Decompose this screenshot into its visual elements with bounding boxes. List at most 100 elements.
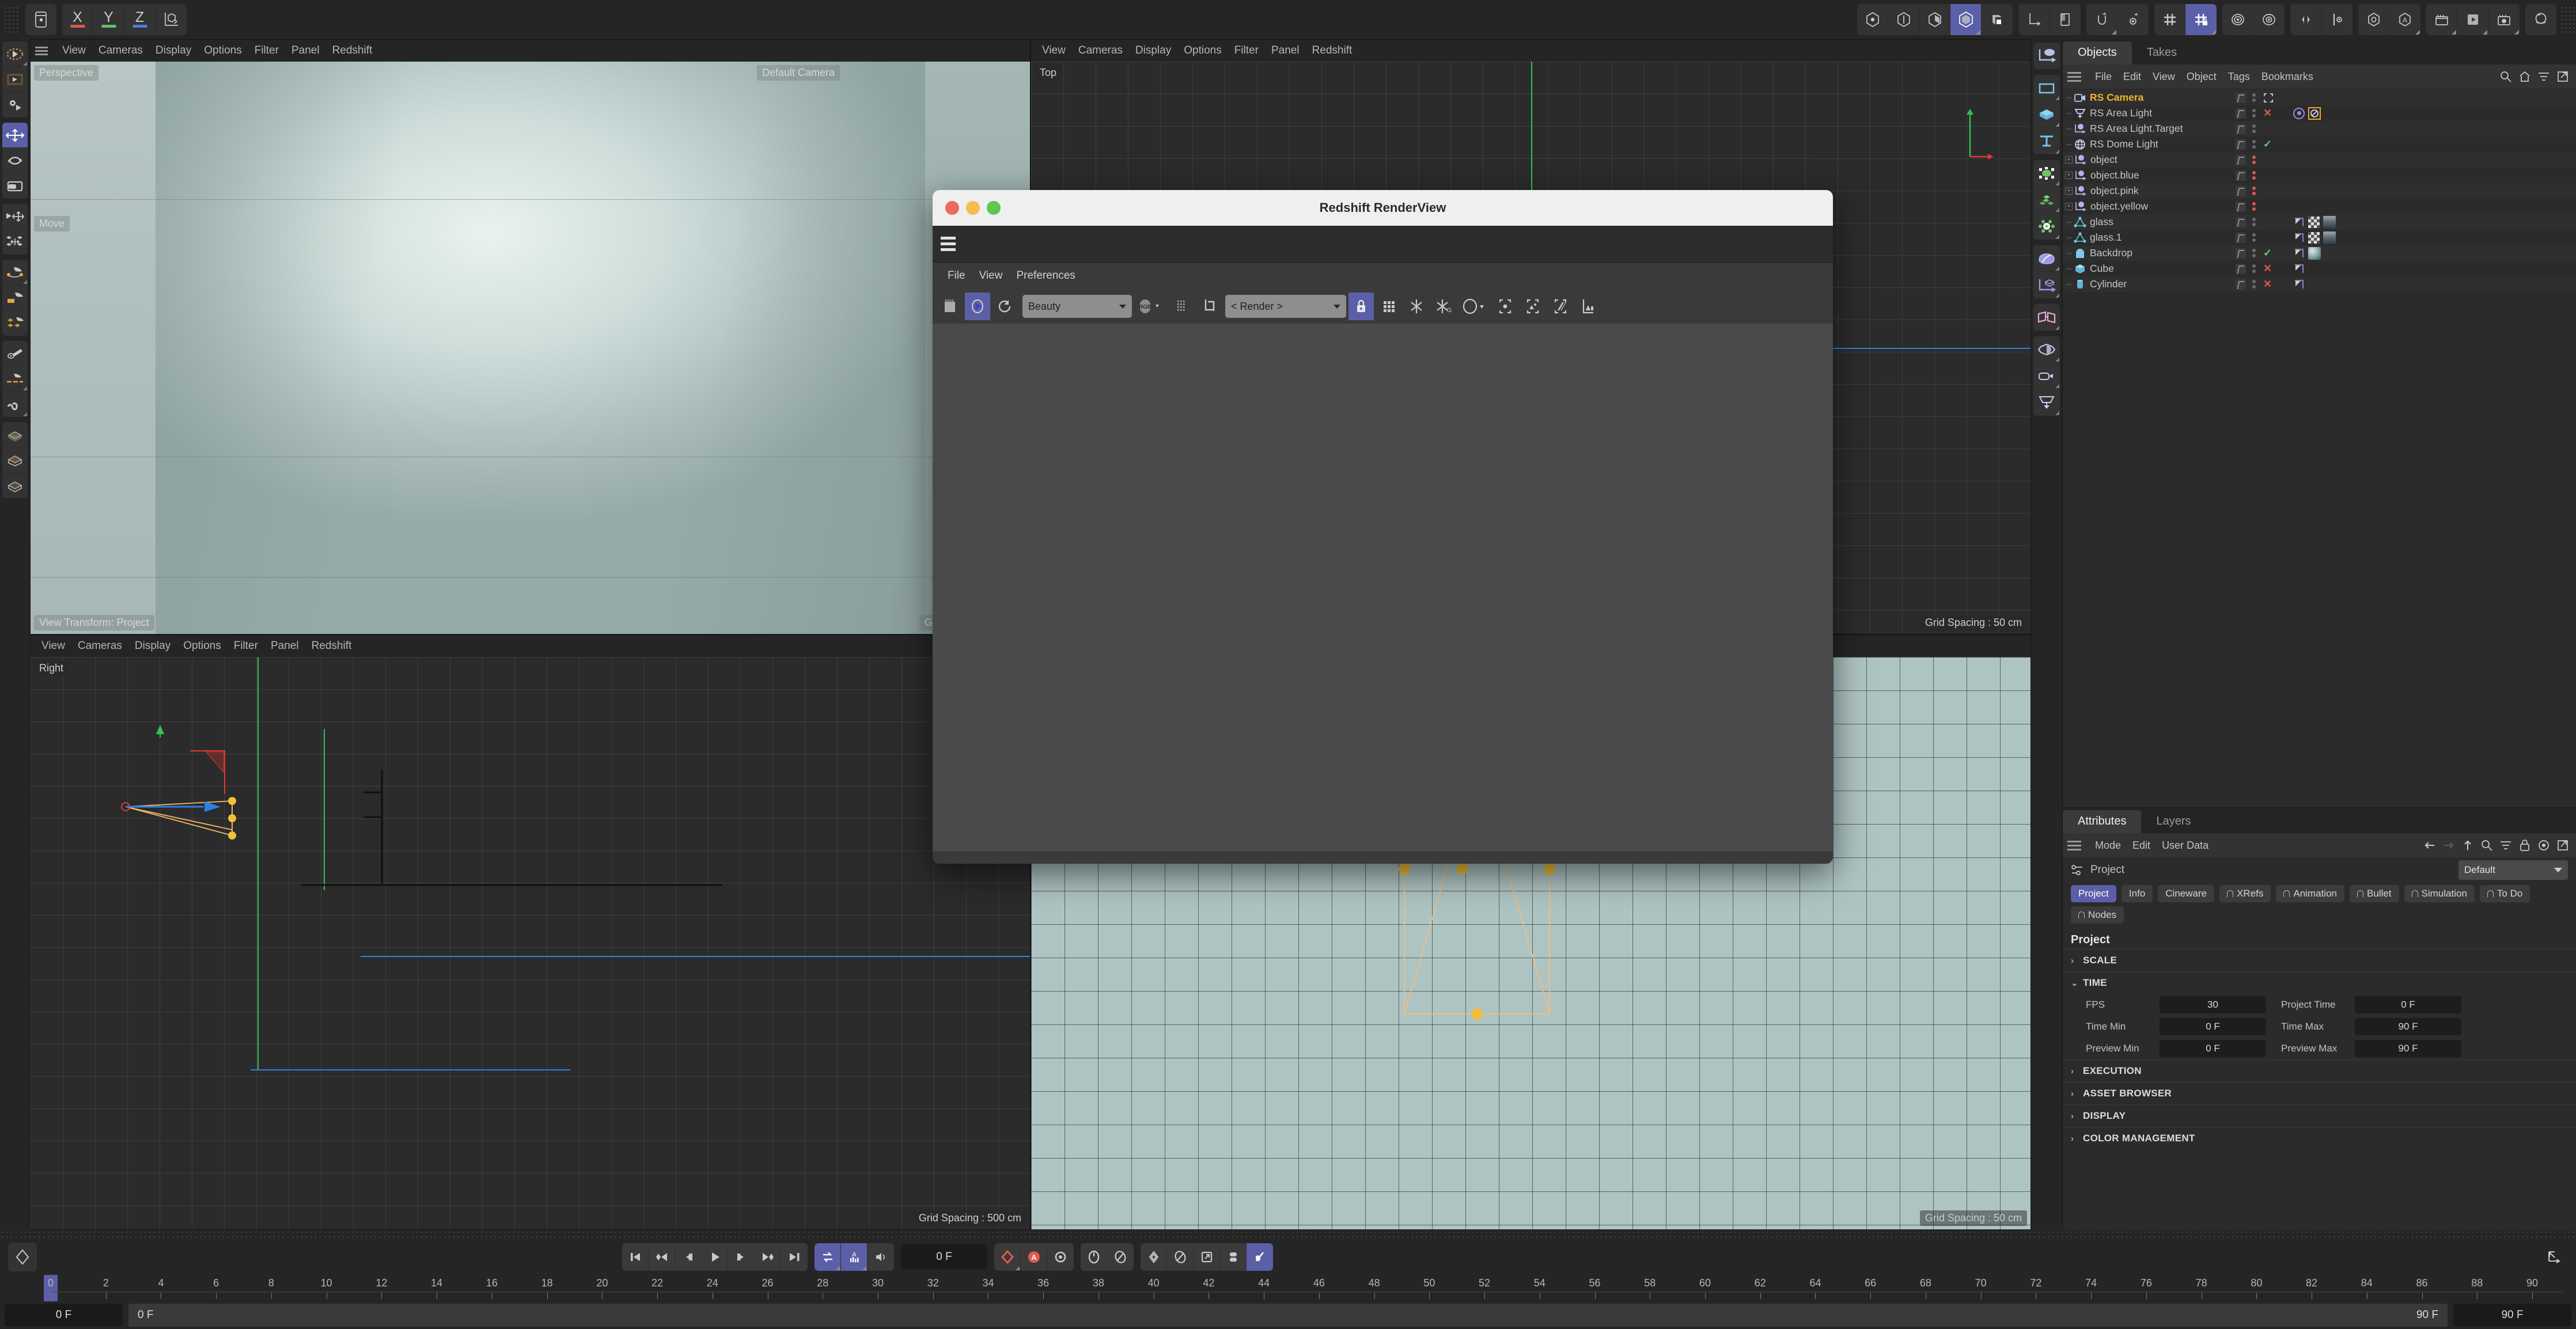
attribute-tab-nodes[interactable]: Nodes	[2071, 906, 2124, 924]
viewport-right[interactable]: View Cameras Display Options Filter Pane…	[30, 635, 1031, 1230]
attribute-tab-xrefs[interactable]: XRefs	[2219, 885, 2271, 902]
light-tag-icon[interactable]	[2293, 107, 2305, 119]
object-list-item[interactable]: ─ glass	[2063, 214, 2576, 230]
vp2-menu-options[interactable]: Options	[1177, 44, 1228, 57]
attribute-tab-to-do[interactable]: To Do	[2479, 885, 2530, 902]
tab-layers[interactable]: Layers	[2141, 810, 2206, 833]
workplane-button[interactable]	[2050, 4, 2081, 35]
field-object-button[interactable]	[2033, 304, 2060, 331]
rgb-dropdown[interactable]: RGB	[1134, 293, 1166, 320]
lock-icon[interactable]	[1348, 293, 1374, 320]
rv-menu-file[interactable]: File	[941, 269, 972, 282]
vp3-menu-view[interactable]: View	[35, 640, 71, 652]
editor-visibility-icon[interactable]	[2236, 263, 2246, 274]
object-list-item[interactable]: + object.pink	[2063, 183, 2576, 199]
editor-visibility-icon[interactable]	[2236, 92, 2246, 103]
play-button[interactable]	[702, 1243, 728, 1271]
lock-y-axis-button[interactable]: Y	[93, 4, 124, 35]
obj-menu-view[interactable]: View	[2147, 71, 2181, 83]
expand-icon[interactable]: +	[2065, 203, 2073, 210]
attribute-tab-simulation[interactable]: Simulation	[2404, 885, 2475, 902]
object-list[interactable]: ─ RS Camera ─ RS Area Light ✕ ─ RS Area Light.…	[2063, 89, 2576, 807]
preset-dropdown[interactable]: Default	[2458, 860, 2568, 880]
compare-icon[interactable]	[1548, 293, 1573, 320]
attribute-tab-animation[interactable]: Animation	[2276, 885, 2344, 902]
next-frame-button[interactable]	[728, 1243, 755, 1271]
attribute-tab-project[interactable]: Project	[2071, 885, 2116, 902]
render-dropdown[interactable]: < Render >	[1225, 295, 1346, 318]
dither-icon[interactable]	[1169, 293, 1194, 320]
world-object-coordinates-button[interactable]	[156, 4, 187, 35]
sound-animation-button[interactable]: A	[841, 1243, 867, 1271]
model-mode-button[interactable]	[1950, 4, 1982, 35]
move-tool[interactable]	[2, 123, 28, 148]
visibility-dots[interactable]	[2249, 249, 2259, 257]
go-to-start-button[interactable]	[622, 1243, 649, 1271]
range-end-field[interactable]: 90 F	[2453, 1304, 2571, 1327]
spline-sketch-tool[interactable]	[2, 285, 28, 310]
material-tag-icon[interactable]	[2308, 231, 2320, 244]
area-light-button[interactable]	[2033, 389, 2060, 416]
render-to-picture-viewer-button[interactable]	[2457, 4, 2488, 35]
prev-key-button[interactable]	[649, 1243, 675, 1271]
visibility-off-icon[interactable]: ✕	[2263, 278, 2272, 290]
obj-menu-object[interactable]: Object	[2181, 71, 2222, 83]
next-key-button[interactable]	[755, 1243, 781, 1271]
attr-menu-userdata[interactable]: User Data	[2156, 840, 2214, 852]
annotation-button[interactable]: A	[2389, 4, 2420, 35]
falloff-settings-button[interactable]	[2253, 4, 2285, 35]
world-axis-tool[interactable]	[2, 229, 28, 255]
create-material-button[interactable]	[2525, 4, 2556, 35]
brush-tool[interactable]	[2, 341, 28, 366]
object-list-item[interactable]: ─ Backdrop ✓	[2063, 245, 2576, 261]
phong-tag-icon[interactable]	[2293, 263, 2305, 275]
vp-menu-view[interactable]: View	[56, 44, 92, 57]
visibility-off-icon[interactable]: ✕	[2263, 263, 2272, 275]
visibility-dots[interactable]	[2249, 140, 2259, 149]
section-scale[interactable]: › SCALE	[2063, 949, 2576, 971]
vp-menu-options[interactable]: Options	[198, 44, 248, 57]
field-value[interactable]: 0 F	[2160, 1018, 2266, 1035]
viewport-right-canvas[interactable]: Right Grid Spacing : 500 cm	[31, 657, 1030, 1229]
expand-icon[interactable]: +	[2065, 172, 2073, 179]
attribute-tab-info[interactable]: Info	[2121, 885, 2153, 902]
vp-menu-filter[interactable]: Filter	[248, 44, 285, 57]
render-settings-button[interactable]	[2488, 4, 2520, 35]
vp2-menu-redshift[interactable]: Redshift	[1306, 44, 1359, 57]
material-sphere-tag-icon[interactable]	[2308, 246, 2321, 260]
record-button[interactable]	[994, 1243, 1021, 1271]
live-selection-tool[interactable]	[2, 41, 28, 67]
rv-menu-view[interactable]: View	[972, 269, 1010, 282]
hamburger-icon[interactable]	[35, 46, 52, 55]
fullscreen-icon[interactable]	[2263, 93, 2274, 103]
polygons-mode-button[interactable]	[1919, 4, 1950, 35]
renderview-titlebar[interactable]: Redshift RenderView	[933, 190, 1833, 226]
enable-axis-modification-tool[interactable]	[2, 204, 28, 229]
field-value[interactable]: 0 F	[2160, 1040, 2266, 1057]
spline-pen-tool[interactable]	[2, 260, 28, 285]
histogram-icon[interactable]	[1575, 293, 1601, 320]
editor-visibility-icon[interactable]	[2236, 108, 2246, 119]
up-arrow-icon[interactable]	[2459, 837, 2476, 854]
section-display[interactable]: › DISPLAY	[2063, 1104, 2576, 1127]
section-asset-browser[interactable]: › ASSET BROWSER	[2063, 1082, 2576, 1104]
toolbar-grip-right[interactable]	[2560, 6, 2576, 33]
extrude-tool[interactable]	[2, 422, 28, 447]
search-icon[interactable]	[2497, 68, 2514, 85]
selection-settings-tool[interactable]	[2, 92, 28, 117]
rv-menu-preferences[interactable]: Preferences	[1009, 269, 1082, 282]
visibility-dots[interactable]	[2249, 124, 2259, 133]
speaker-button[interactable]	[867, 1243, 894, 1271]
crop-icon[interactable]	[1196, 293, 1222, 320]
vp3-menu-display[interactable]: Display	[128, 640, 177, 652]
attribute-tab-cineware[interactable]: Cineware	[2158, 885, 2215, 902]
range-start-field[interactable]: 0 F	[5, 1304, 123, 1327]
mograph-cloner-button[interactable]	[2033, 160, 2060, 187]
editor-visibility-icon[interactable]	[2236, 201, 2246, 212]
editor-visibility-icon[interactable]	[2236, 139, 2246, 150]
array-button[interactable]	[2033, 187, 2060, 213]
phong-tag-icon[interactable]	[2293, 248, 2305, 259]
point-level-button[interactable]	[1141, 1243, 1167, 1271]
expand-icon[interactable]: +	[2065, 156, 2073, 164]
visibility-on-icon[interactable]: ✓	[2263, 247, 2272, 259]
